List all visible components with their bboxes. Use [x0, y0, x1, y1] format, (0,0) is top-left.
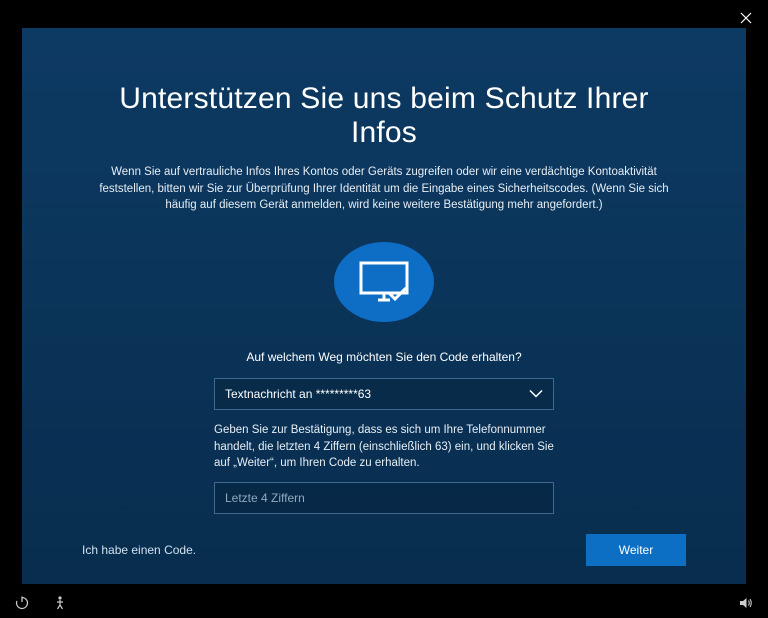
power-icon — [14, 595, 30, 611]
accessibility-icon — [52, 595, 68, 611]
close-icon — [740, 12, 752, 24]
close-button[interactable] — [736, 8, 756, 28]
system-bar-right — [738, 595, 754, 611]
accessibility-button[interactable] — [52, 595, 68, 611]
next-button[interactable]: Weiter — [586, 534, 686, 566]
system-bar — [0, 588, 768, 618]
power-button[interactable] — [14, 595, 30, 611]
code-method-select[interactable]: Textnachricht an *********63 — [214, 378, 554, 410]
volume-icon — [738, 595, 754, 611]
volume-button[interactable] — [738, 595, 754, 611]
helper-text: Geben Sie zur Bestätigung, dass es sich … — [214, 422, 554, 472]
form-area: Textnachricht an *********63 Geben Sie z… — [214, 378, 554, 514]
main-panel: Unterstützen Sie uns beim Schutz Ihrer I… — [22, 28, 746, 584]
page-title: Unterstützen Sie uns beim Schutz Ihrer I… — [82, 82, 686, 150]
method-prompt: Auf welchem Weg möchten Sie den Code erh… — [82, 350, 686, 364]
code-method-select-value: Textnachricht an *********63 — [225, 387, 371, 401]
page-subtitle: Wenn Sie auf vertrauliche Infos Ihres Ko… — [82, 164, 686, 214]
chevron-down-icon — [529, 389, 543, 398]
footer-row: Ich habe einen Code. Weiter — [82, 514, 686, 566]
have-code-link[interactable]: Ich habe einen Code. — [82, 543, 196, 557]
hero-icon-circle — [334, 242, 434, 322]
last4-input[interactable] — [225, 491, 543, 505]
last4-input-wrapper — [214, 482, 554, 514]
system-bar-left — [14, 595, 68, 611]
monitor-check-icon — [358, 260, 410, 304]
oobe-window: Unterstützen Sie uns beim Schutz Ihrer I… — [0, 0, 768, 618]
